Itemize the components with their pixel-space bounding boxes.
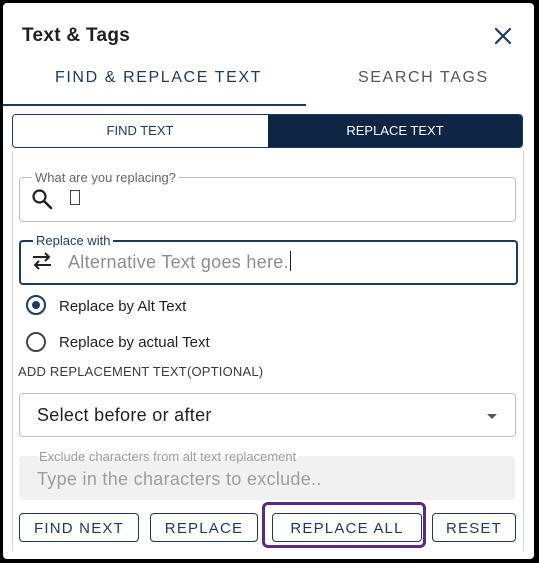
tab-bar: FIND & REPLACE TEXT SEARCH TAGS [3, 59, 534, 107]
replace-all-button[interactable]: REPLACE ALL [272, 513, 422, 542]
before-after-select[interactable]: Select before or after [19, 393, 516, 437]
tab-find-replace-text[interactable]: FIND & REPLACE TEXT [55, 69, 262, 87]
radio-dot [32, 301, 40, 309]
reset-button[interactable]: RESET [432, 513, 516, 542]
replace-button[interactable]: REPLACE [150, 513, 258, 542]
radio-label-actual-text[interactable]: Replace by actual Text [59, 334, 210, 351]
chevron-down-icon [487, 414, 497, 419]
swap-arrows-icon [33, 252, 51, 270]
exclude-characters-label: Exclude characters from alt text replace… [37, 449, 299, 464]
text-cursor-glyph [70, 190, 80, 205]
close-icon[interactable] [491, 24, 515, 48]
text-caret [289, 251, 291, 271]
radio-replace-by-actual-text[interactable] [26, 332, 46, 352]
find-next-button[interactable]: FIND NEXT [19, 513, 139, 542]
radio-label-alt-text[interactable]: Replace by Alt Text [59, 298, 186, 315]
replace-with-label: Replace with [36, 233, 111, 248]
find-field-label: What are you replacing? [35, 170, 176, 185]
active-tab-indicator [3, 104, 306, 106]
replace-with-input[interactable]: Alternative Text goes here. [68, 251, 291, 273]
find-field[interactable]: What are you replacing? [19, 170, 516, 222]
panel-title: Text & Tags [22, 25, 131, 46]
radio-replace-by-alt-text[interactable] [26, 295, 46, 315]
find-text-toggle[interactable]: FIND TEXT [13, 115, 267, 147]
mode-toggle: FIND TEXT REPLACE TEXT [12, 114, 523, 148]
replace-with-placeholder: Alternative Text goes here. [68, 252, 289, 272]
select-value: Select before or after [37, 405, 212, 425]
search-icon [32, 189, 53, 210]
replacement-section-heading: ADD REPLACEMENT TEXT(OPTIONAL) [18, 364, 264, 379]
tab-search-tags[interactable]: SEARCH TAGS [358, 69, 489, 87]
exclude-characters-placeholder: Type in the characters to exclude.. [37, 469, 322, 489]
replace-text-toggle[interactable]: REPLACE TEXT [268, 115, 522, 147]
